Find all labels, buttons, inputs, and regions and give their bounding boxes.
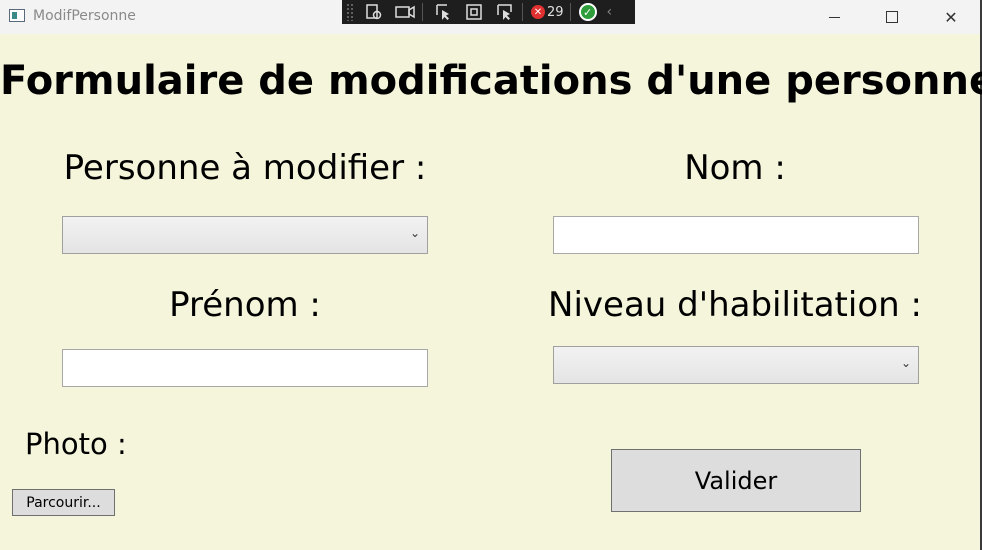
browse-button[interactable]: Parcourir...: [12, 489, 115, 516]
niveau-label: Niveau d'habilitation :: [548, 285, 922, 325]
record-video-icon[interactable]: [394, 3, 416, 21]
binding-errors-indicator[interactable]: ✕ 29: [531, 5, 564, 20]
maximize-icon: [886, 11, 898, 23]
collapse-chevron-icon[interactable]: ‹: [607, 4, 613, 20]
select-element-icon[interactable]: [432, 3, 454, 21]
minimize-icon: [828, 16, 840, 18]
toolbar-separator: [422, 3, 423, 21]
close-icon: ✕: [944, 7, 958, 27]
debug-toolbar: ✕ 29 ✓ ‹: [342, 0, 635, 24]
drag-grip-icon[interactable]: [346, 3, 354, 21]
app-window: ModifPersonne ✕ ✕ 29 ✓ ‹ Formulaire de m…: [0, 0, 982, 550]
chevron-down-icon: ⌄: [409, 226, 420, 240]
page-title: Formulaire de modifications d'une person…: [0, 58, 982, 104]
personne-label: Personne à modifier :: [63, 148, 427, 188]
error-icon: ✕: [531, 5, 545, 19]
photo-label: Photo :: [25, 427, 127, 461]
prenom-label: Prénom :: [169, 285, 321, 325]
app-window-icon: [9, 9, 25, 22]
close-button[interactable]: ✕: [922, 0, 980, 34]
personne-combobox[interactable]: ⌄: [62, 216, 428, 254]
niveau-combobox[interactable]: ⌄: [553, 346, 919, 384]
nom-label: Nom :: [684, 148, 786, 188]
toolbar-separator: [569, 3, 571, 21]
submit-button[interactable]: Valider: [611, 449, 861, 512]
live-visual-tree-icon[interactable]: [363, 3, 385, 21]
nom-input[interactable]: [553, 216, 919, 254]
error-count: 29: [547, 4, 564, 20]
prenom-input[interactable]: [62, 349, 428, 387]
hot-reload-ok-icon[interactable]: ✓: [578, 3, 597, 21]
chevron-down-icon: ⌄: [900, 356, 911, 370]
window-title: ModifPersonne: [33, 8, 136, 24]
display-layout-adorners-icon[interactable]: [463, 3, 485, 21]
maximize-button[interactable]: [863, 0, 921, 34]
minimize-button[interactable]: [805, 0, 863, 34]
track-focus-icon[interactable]: [494, 3, 516, 21]
toolbar-separator: [522, 3, 523, 21]
